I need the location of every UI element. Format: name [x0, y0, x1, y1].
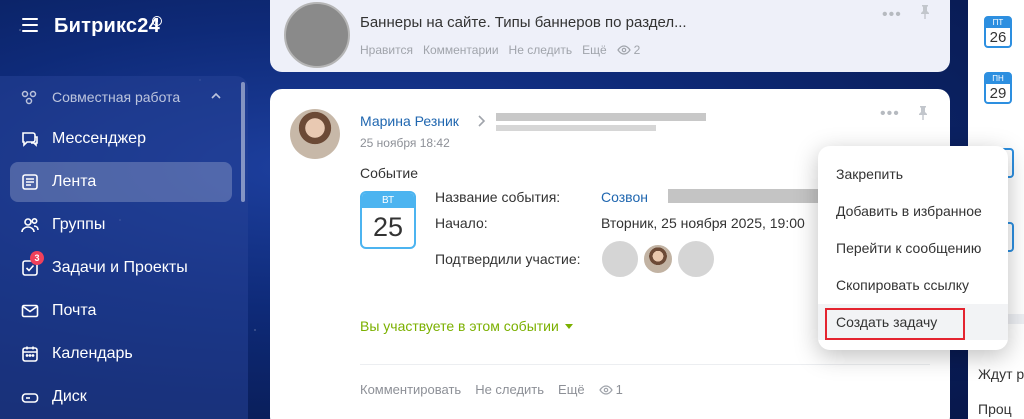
event-name-label: Название события: [435, 189, 561, 205]
feed-icon [22, 174, 38, 190]
event-name-redacted [668, 189, 818, 203]
avatar[interactable] [290, 109, 340, 159]
participant-avatar[interactable] [600, 239, 640, 279]
event-section-title: Событие [360, 165, 418, 181]
sidebar-item-label: Мессенджер [52, 130, 146, 147]
chevron-right-icon [478, 115, 486, 127]
views-counter: 2 [616, 43, 641, 57]
menu-item-pin[interactable]: Закрепить [818, 156, 1008, 192]
recipients-redacted [496, 113, 706, 121]
mail-icon [21, 304, 39, 318]
participation-status-dropdown[interactable]: Вы участвуете в этом событии [360, 318, 573, 334]
calendar-dow: ПН [986, 74, 1010, 84]
sidebar-item-groups[interactable]: Группы [10, 205, 232, 245]
eye-icon [598, 384, 613, 395]
tasks-count-badge: 3 [30, 251, 44, 265]
chevron-up-icon[interactable] [210, 90, 222, 102]
sidebar-item-mail[interactable]: Почта [10, 291, 232, 331]
sidebar-item-tasks[interactable]: 3 Задачи и Проекты [10, 248, 232, 288]
event-start-value: Вторник, 25 ноября 2025, 19:00 [601, 215, 805, 231]
calendar-day: 29 [989, 85, 1007, 102]
comments-link[interactable]: Комментарии [423, 43, 499, 57]
sidebar-item-calendar[interactable]: Календарь [10, 334, 232, 374]
left-sidebar: Битрикс24 Совместная работа Мессенджер Л… [0, 0, 255, 419]
groups-icon [21, 217, 39, 233]
eye-icon [616, 45, 631, 55]
like-link[interactable]: Нравится [360, 43, 413, 57]
calendar-dow: ВТ [362, 193, 414, 208]
sidebar-item-label: Календарь [52, 345, 133, 362]
sidebar-item-label: Группы [52, 216, 106, 233]
more-dots-icon[interactable]: ••• [882, 6, 902, 24]
unfollow-link[interactable]: Не следить [509, 43, 573, 57]
post-context-menu: Закрепить Добавить в избранное Перейти к… [818, 146, 1008, 350]
sidebar-scrollbar[interactable] [241, 82, 245, 202]
participants-list [600, 239, 716, 279]
more-link[interactable]: Ещё [558, 382, 585, 397]
recipients-redacted [496, 125, 656, 131]
post-date[interactable]: 25 ноября 18:42 [360, 136, 450, 150]
menu-item-copy-link[interactable]: Скопировать ссылку [818, 267, 1008, 303]
sidebar-item-label: Задачи и Проекты [52, 259, 188, 276]
menu-item-go-to-message[interactable]: Перейти к сообщению [818, 230, 1008, 266]
participant-avatar[interactable] [642, 243, 674, 275]
upcoming-event-calendar[interactable]: ПН 29 [984, 72, 1012, 104]
post-author[interactable]: Марина Резник [360, 113, 459, 129]
more-link[interactable]: Ещё [582, 43, 607, 57]
widget-text[interactable]: Проц [978, 401, 1012, 417]
pin-icon[interactable] [918, 4, 932, 20]
disk-icon [21, 393, 39, 403]
calendar-dow: ПТ [986, 18, 1010, 28]
caret-down-icon [564, 323, 573, 329]
sidebar-item-label: Диск [52, 388, 87, 405]
event-start-label: Начало: [435, 215, 488, 231]
comment-link[interactable]: Комментировать [360, 382, 461, 397]
pin-icon[interactable] [916, 105, 930, 121]
upcoming-event-calendar[interactable]: ПТ 26 [984, 16, 1012, 48]
collab-icon [21, 90, 37, 105]
calendar-day: 25 [372, 212, 404, 242]
event-confirmed-label: Подтвердили участие: [435, 251, 581, 267]
participant-avatar[interactable] [676, 239, 716, 279]
menu-item-create-task[interactable]: Создать задачу [818, 304, 1008, 340]
post-actions: Комментировать Не следить Ещё 1 [360, 382, 623, 397]
chat-icon [22, 132, 38, 147]
sidebar-item-label: Лента [52, 173, 97, 190]
post-title[interactable]: Баннеры на сайте. Типы баннеров по разде… [360, 14, 687, 31]
views-count: 1 [615, 382, 623, 397]
widget-text[interactable]: Ждут р [978, 366, 1024, 382]
unfollow-link[interactable]: Не следить [475, 382, 544, 397]
event-date-calendar: ВТ 25 [360, 191, 416, 249]
sidebar-group-collab[interactable]: Совместная работа [0, 80, 240, 114]
clock-icon [152, 16, 162, 26]
calendar-icon [22, 346, 38, 362]
post-actions: Нравится Комментарии Не следить Ещё 2 [360, 43, 640, 57]
avatar[interactable] [284, 2, 350, 68]
calendar-day: 26 [989, 29, 1007, 46]
sidebar-item-messenger[interactable]: Мессенджер [10, 119, 232, 159]
menu-item-add-favorite[interactable]: Добавить в избранное [818, 193, 1008, 229]
feed-post-previous: Баннеры на сайте. Типы баннеров по разде… [270, 0, 950, 72]
views-counter: 1 [598, 382, 623, 397]
post-divider [360, 364, 930, 365]
views-count: 2 [633, 43, 641, 57]
sidebar-item-label: Почта [52, 302, 97, 319]
sidebar-item-disk[interactable]: Диск [10, 377, 232, 417]
sidebar-item-feed[interactable]: Лента [10, 162, 232, 202]
menu-burger-icon[interactable] [22, 18, 38, 32]
more-dots-icon[interactable]: ••• [880, 105, 900, 123]
event-name-link[interactable]: Созвон [601, 189, 648, 205]
sidebar-group-label: Совместная работа [52, 89, 181, 105]
participation-status-label: Вы участвуете в этом событии [360, 318, 559, 334]
app-logo[interactable]: Битрикс24 [54, 15, 160, 38]
